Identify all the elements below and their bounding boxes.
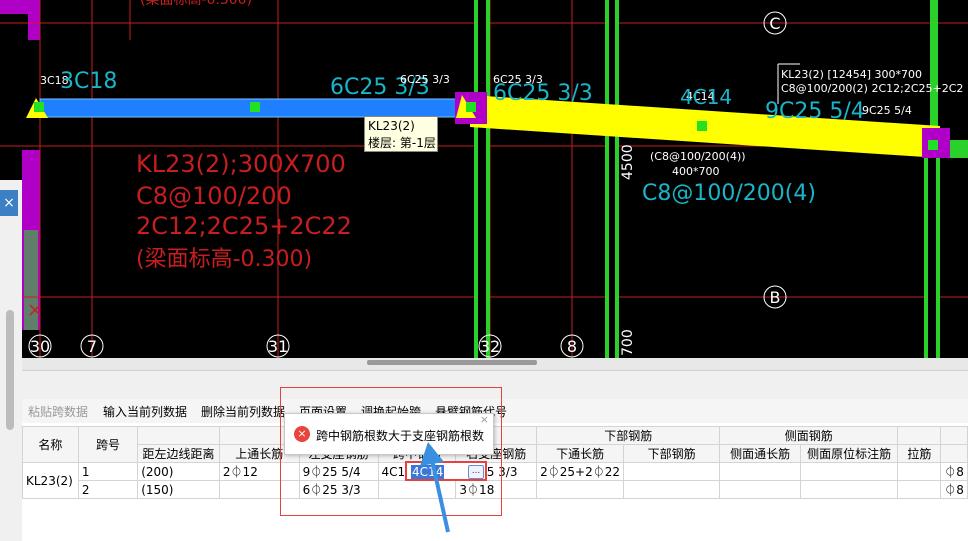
cad-drawing-canvas[interactable]: C B 30 7 31 32 8 3C18 3C18 6C25 3/3 6C25…	[0, 0, 968, 358]
label-3c18-large: 3C18	[60, 69, 117, 94]
header-blank-6	[940, 426, 968, 445]
beam-tooltip: KL23(2) 楼层: 第-1层	[364, 116, 438, 152]
arrow-shaft	[430, 459, 450, 533]
dim-700: 700	[620, 329, 636, 356]
paste-span-button[interactable]: 粘贴跨数据	[28, 403, 88, 420]
arrow-head	[420, 442, 444, 466]
cell-side-orig[interactable]	[799, 462, 899, 481]
cell-dist[interactable]: (200)	[137, 462, 220, 481]
beam-spec-1: KL23(2);300X700	[136, 150, 346, 178]
left-scrollbar[interactable]	[6, 310, 14, 430]
axis-label-32: 32	[480, 337, 500, 356]
label-stirrup: (C8@100/200(4))	[650, 150, 746, 163]
error-icon: ×	[294, 426, 310, 442]
header-extra	[940, 444, 968, 463]
cell-side-long[interactable]	[719, 480, 801, 499]
label-9c25-large: 9C25 5/4	[765, 99, 865, 124]
cell-dist[interactable]: (150)	[137, 480, 220, 499]
label-big-stirrup: C8@100/200(4)	[642, 181, 816, 206]
cell-span[interactable]: 2	[77, 480, 139, 499]
cell-extra[interactable]: ⏀8	[940, 480, 968, 499]
cell-span[interactable]: 1	[77, 462, 139, 481]
cell-bottom[interactable]	[623, 480, 721, 499]
header-side-rebar: 侧面钢筋	[719, 426, 899, 445]
cell-tie[interactable]	[897, 462, 942, 481]
header-blank-1	[137, 426, 220, 445]
beam-spec-3: 2C12;2C25+2C22	[136, 212, 352, 240]
beam-spec-4: (梁面标高-0.300)	[136, 247, 312, 272]
axis-label-8: 8	[567, 337, 577, 356]
input-column-button[interactable]: 输入当前列数据	[103, 403, 187, 420]
label-6c25-right-large: 6C25 3/3	[493, 81, 593, 106]
header-span[interactable]: 跨号	[77, 426, 139, 463]
delete-column-button[interactable]: 删除当前列数据	[201, 403, 285, 420]
dim-4500: 4500	[620, 144, 636, 180]
tooltip-floor: 楼层: 第-1层	[368, 136, 436, 150]
cell-bottom[interactable]	[623, 462, 721, 481]
axis-label-31: 31	[268, 337, 288, 356]
cell-bottom-long[interactable]	[536, 480, 625, 499]
cell-tie[interactable]	[897, 480, 942, 499]
annotation-arrow	[420, 442, 450, 533]
header-bottom-long[interactable]: 下通长筋	[536, 444, 625, 463]
cell-bottom-long[interactable]: 2⏀25+2⏀22	[536, 462, 625, 481]
tooltip-beam-name: KL23(2)	[368, 119, 415, 133]
label-9c25-small: 9C25 5/4	[862, 104, 912, 117]
column-32-inner	[478, 0, 486, 358]
header-tie[interactable]: 拉筋	[897, 444, 942, 463]
label-size: 400*700	[672, 165, 720, 178]
cell-extra[interactable]: ⏀8	[940, 462, 968, 481]
cell-side-orig[interactable]	[799, 480, 899, 499]
axis-label-7: 7	[87, 337, 97, 356]
header-blank-5	[897, 426, 942, 445]
wall-cutout	[0, 14, 28, 40]
beam-spec-2: C8@100/200	[136, 182, 292, 210]
header-bottom-rebar: 下部钢筋	[536, 426, 721, 445]
note-right-1: KL23(2) [12454] 300*700	[781, 68, 922, 81]
axis-label-30: 30	[30, 337, 50, 356]
panel-scrollbar[interactable]	[367, 360, 537, 365]
header-side-long[interactable]: 侧面通长筋	[719, 444, 801, 463]
left-close-icon[interactable]: ×	[0, 190, 18, 216]
label-6c25-small: 6C25 3/3	[400, 73, 450, 86]
header-bottom[interactable]: 下部钢筋	[623, 444, 721, 463]
header-side-orig[interactable]: 侧面原位标注筋	[799, 444, 899, 463]
close-icon[interactable]: ×	[480, 413, 489, 426]
label-4c14-large: 4C14	[680, 85, 732, 109]
panel-scroll-track	[22, 358, 968, 371]
header-dist[interactable]: 距左边线距离	[137, 444, 220, 463]
top-fragment: (梁面标高-0.300)	[140, 0, 252, 8]
cell-name[interactable]: KL23(2)	[22, 462, 79, 499]
header-name[interactable]: 名称	[22, 426, 79, 463]
axis-label-c: C	[769, 14, 780, 33]
axis-label-b: B	[770, 288, 781, 307]
column-wall-8-inner	[609, 0, 615, 358]
column-right-lower-inner	[928, 150, 936, 358]
cell-side-long[interactable]	[719, 462, 801, 481]
note-right-2: C8@100/200(2) 2C12;2C25+2C2	[781, 82, 963, 95]
